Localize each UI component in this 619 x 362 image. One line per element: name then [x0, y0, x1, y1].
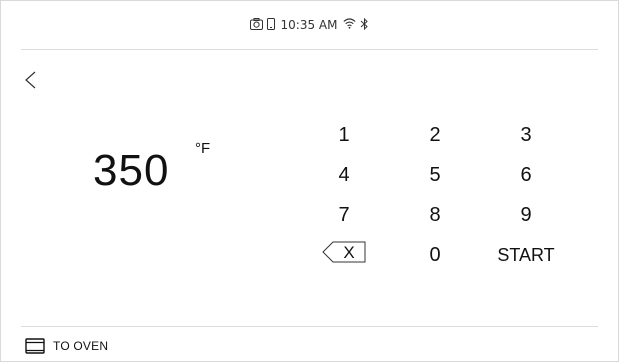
top-divider: [21, 49, 598, 50]
phone-icon: [266, 17, 275, 33]
to-oven-button[interactable]: TO OVEN: [25, 335, 108, 357]
backspace-label: X: [343, 243, 354, 262]
key-0[interactable]: 0: [405, 240, 465, 270]
oven-icon: [25, 338, 45, 354]
to-oven-label: TO OVEN: [53, 339, 109, 353]
key-2[interactable]: 2: [405, 120, 465, 150]
key-5[interactable]: 5: [405, 160, 465, 190]
key-9[interactable]: 9: [496, 200, 556, 230]
temperature-unit: °F: [195, 140, 211, 157]
key-3[interactable]: 3: [496, 120, 556, 150]
status-bar: 10:35 AM: [1, 1, 618, 49]
backspace-icon: X: [322, 241, 366, 263]
temperature-display: 350 °F: [93, 140, 210, 196]
key-7[interactable]: 7: [314, 200, 374, 230]
wifi-icon: [343, 18, 357, 32]
key-6[interactable]: 6: [496, 160, 556, 190]
back-button[interactable]: [23, 67, 47, 95]
bottom-divider: [21, 326, 598, 327]
key-8[interactable]: 8: [405, 200, 465, 230]
bluetooth-icon: [360, 17, 369, 33]
start-button[interactable]: START: [496, 240, 556, 270]
status-time: 10:35 AM: [280, 18, 338, 32]
oven-display-screen: 10:35 AM 350 °F 1 2 3 4 5 6 7 8 9 X 0 ST…: [0, 0, 619, 362]
chevron-left-icon: [25, 71, 36, 89]
key-1[interactable]: 1: [314, 120, 374, 150]
camera-icon: [249, 17, 263, 33]
temperature-value: 350: [93, 146, 170, 195]
backspace-button[interactable]: X: [314, 240, 374, 270]
key-4[interactable]: 4: [314, 160, 374, 190]
